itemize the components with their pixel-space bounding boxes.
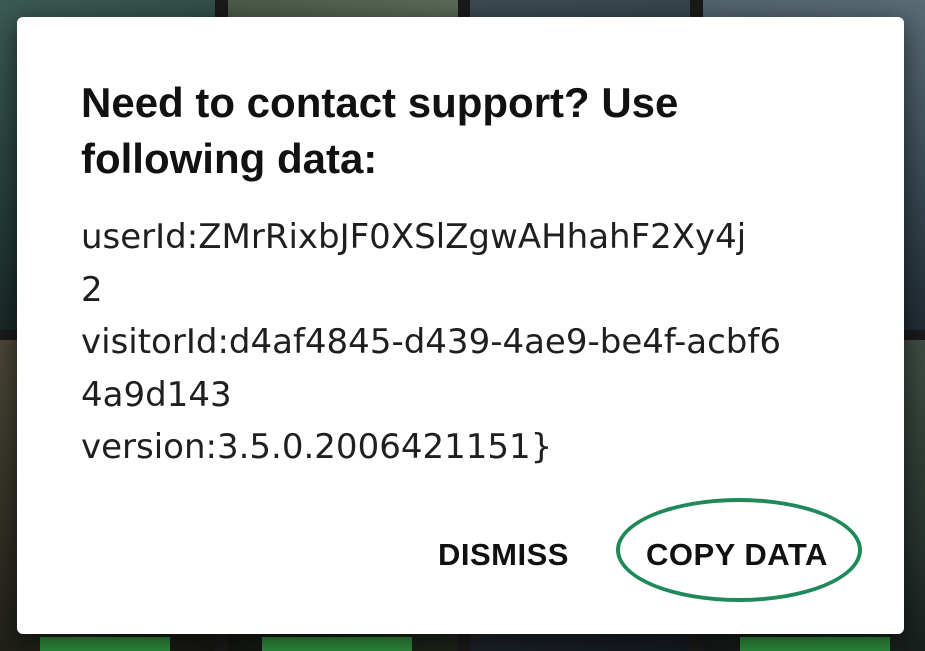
dialog-actions: DISMISS COPY DATA (17, 527, 904, 583)
body-line-visitor-id-continued: 4a9d143 (81, 374, 232, 415)
body-line-user-id: userId:ZMrRixbJF0XSlZgwAHhahF2Xy4j (81, 217, 747, 257)
body-line-visitor-id: visitorId:d4af4845-d439-4ae9-be4f-acbf6 (81, 322, 781, 362)
dismiss-button[interactable]: DISMISS (432, 527, 575, 583)
background-badge (40, 637, 170, 651)
dialog-title: Need to contact support? Use following d… (81, 79, 679, 182)
body-line-version: version:3.5.0.2006421151} (81, 427, 553, 467)
support-data-dialog: Need to contact support? Use following d… (17, 17, 904, 634)
copy-data-button[interactable]: COPY DATA (640, 527, 834, 583)
dialog-body: userId:ZMrRixbJF0XSlZgwAHhahF2Xy4j 2 vis… (81, 211, 851, 474)
background-badge (262, 637, 412, 651)
background-badge (740, 637, 890, 651)
body-line-user-id-continued: 2 (81, 269, 103, 310)
